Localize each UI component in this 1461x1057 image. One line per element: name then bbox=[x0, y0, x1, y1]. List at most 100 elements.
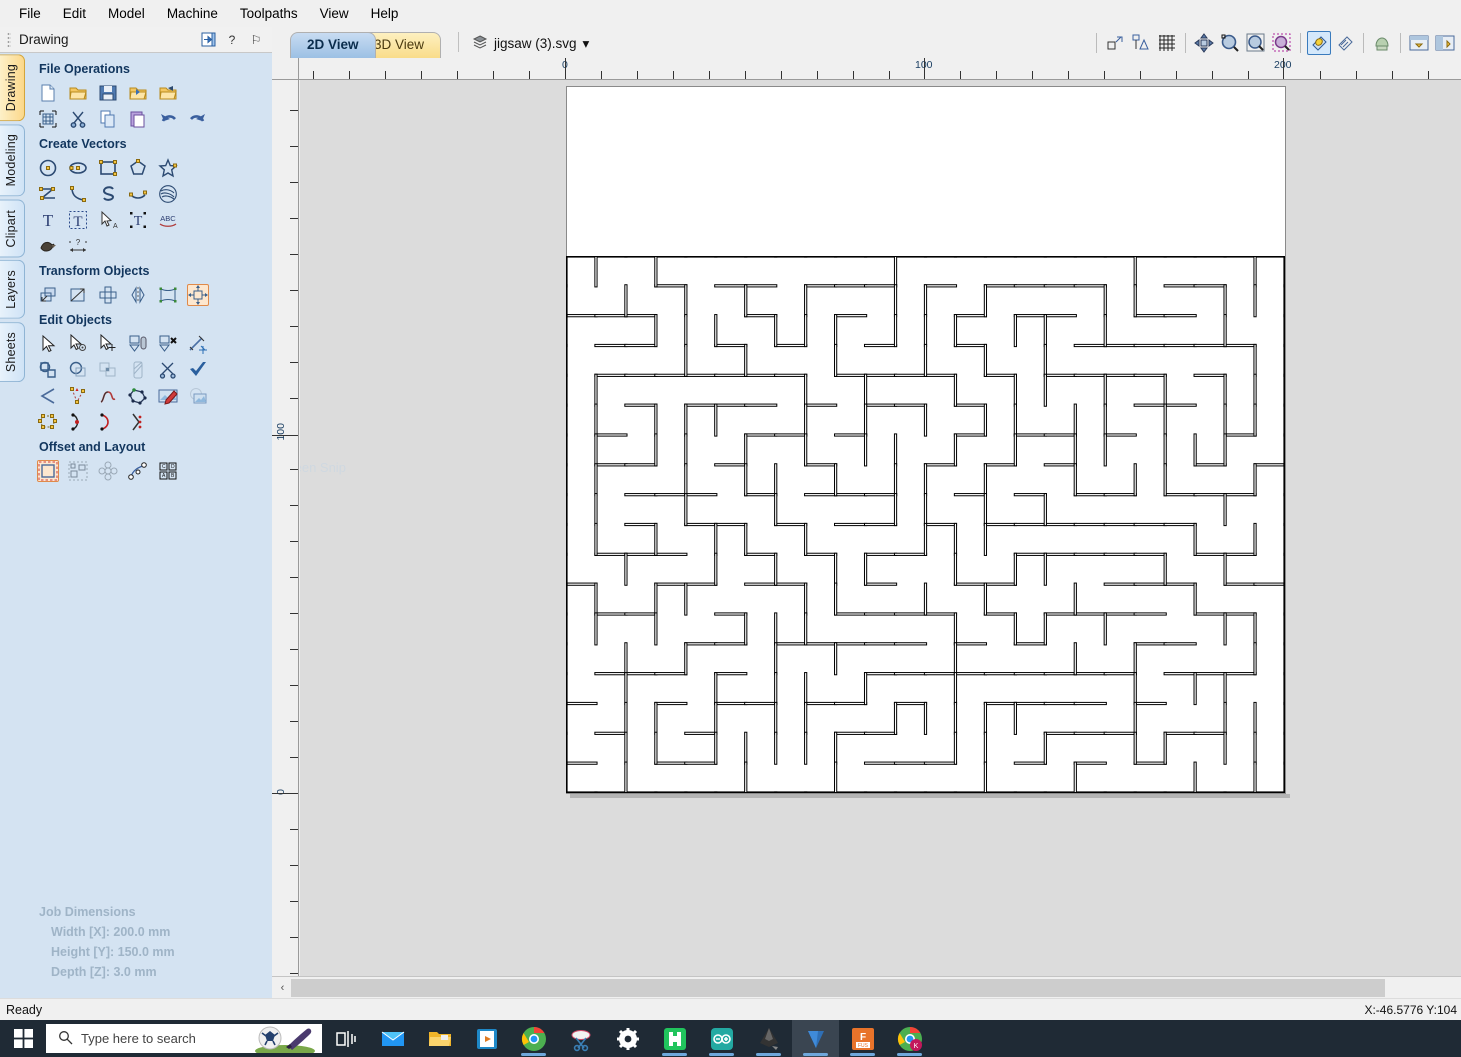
dock-tab-clipart[interactable]: Clipart bbox=[0, 199, 25, 258]
search-input[interactable]: Type here to search bbox=[46, 1024, 322, 1053]
check-geometry-icon[interactable] bbox=[187, 359, 209, 381]
import-vectors-icon[interactable] bbox=[127, 82, 149, 104]
fusion360-icon[interactable]: F FUS bbox=[839, 1020, 886, 1057]
draw-star-icon[interactable] bbox=[157, 157, 179, 179]
draw-polyline-icon[interactable] bbox=[37, 183, 59, 205]
open-file-icon[interactable] bbox=[67, 82, 89, 104]
draw-spiral-icon[interactable] bbox=[157, 183, 179, 205]
pan-view-icon[interactable] bbox=[1192, 31, 1216, 55]
ungroup-objects-icon[interactable] bbox=[157, 333, 179, 355]
close-poly-icon[interactable] bbox=[127, 385, 149, 407]
rotate-objects-icon[interactable] bbox=[97, 284, 119, 306]
copy-icon[interactable] bbox=[97, 108, 119, 130]
job-setup-icon[interactable] bbox=[37, 108, 59, 130]
mail-icon[interactable] bbox=[369, 1020, 416, 1057]
help-icon[interactable]: ? bbox=[224, 32, 240, 48]
menu-machine[interactable]: Machine bbox=[156, 2, 229, 25]
chevron-down-icon[interactable]: ▾ bbox=[583, 36, 590, 52]
edit-text-icon[interactable]: T bbox=[67, 209, 89, 231]
draw-ellipse-icon[interactable] bbox=[67, 157, 89, 179]
subtract-icon[interactable] bbox=[67, 359, 89, 381]
block-copy-icon[interactable]: CDAB bbox=[157, 460, 179, 482]
maze-vector-drawing[interactable] bbox=[566, 256, 1285, 793]
show-toolpaths-icon[interactable] bbox=[1307, 31, 1331, 55]
node-edit-icon[interactable] bbox=[67, 333, 89, 355]
align-objects-icon[interactable] bbox=[187, 284, 209, 306]
new-file-icon[interactable] bbox=[37, 82, 59, 104]
move-objects-icon[interactable] bbox=[37, 284, 59, 306]
nest-parts-icon[interactable] bbox=[67, 460, 89, 482]
draw-polygon-icon[interactable] bbox=[127, 157, 149, 179]
media-player-icon[interactable] bbox=[463, 1020, 510, 1057]
select-arrow-icon[interactable] bbox=[37, 333, 59, 355]
menu-file[interactable]: File bbox=[8, 2, 52, 25]
draw-curve-icon[interactable] bbox=[67, 183, 89, 205]
dock-grip[interactable] bbox=[7, 31, 11, 48]
menu-help[interactable]: Help bbox=[360, 2, 410, 25]
chrome-profile-icon[interactable]: K bbox=[886, 1020, 933, 1057]
scroll-thumb[interactable] bbox=[291, 979, 1385, 997]
dimension-icon[interactable]: ? bbox=[67, 235, 89, 257]
zoom-selected-icon[interactable] bbox=[1129, 31, 1153, 55]
menu-model[interactable]: Model bbox=[97, 2, 156, 25]
split-a-icon[interactable] bbox=[67, 411, 89, 433]
transform-arrow-icon[interactable] bbox=[97, 333, 119, 355]
dock-tab-modeling[interactable]: Modeling bbox=[0, 124, 25, 197]
football-news-icon[interactable] bbox=[248, 1024, 322, 1053]
two-panel-layout-icon[interactable] bbox=[1407, 31, 1431, 55]
dock-tab-drawing[interactable]: Drawing bbox=[0, 54, 25, 122]
text-select-icon[interactable]: AB bbox=[97, 209, 119, 231]
zoom-selection-icon[interactable] bbox=[1270, 31, 1294, 55]
undo-icon[interactable] bbox=[157, 108, 179, 130]
dock-tab-sheets[interactable]: Sheets bbox=[0, 321, 25, 382]
offset-vectors-icon[interactable] bbox=[37, 460, 59, 482]
weld-icon[interactable] bbox=[37, 359, 59, 381]
mirror-objects-icon[interactable] bbox=[127, 284, 149, 306]
vcarve-icon[interactable] bbox=[792, 1020, 839, 1057]
start-button[interactable] bbox=[0, 1020, 46, 1057]
inkscape-icon[interactable] bbox=[745, 1020, 792, 1057]
snipping-tool-icon[interactable] bbox=[557, 1020, 604, 1057]
cut-icon[interactable] bbox=[67, 108, 89, 130]
toggle-grid-icon[interactable] bbox=[1155, 31, 1179, 55]
intersect-icon[interactable] bbox=[97, 359, 119, 381]
scroll-left-arrow[interactable]: ‹ bbox=[274, 979, 291, 996]
shade-icon[interactable] bbox=[127, 359, 149, 381]
preview-3d-icon[interactable] bbox=[1370, 31, 1394, 55]
draw-s-curve-icon[interactable] bbox=[97, 183, 119, 205]
copy-curve-icon[interactable] bbox=[127, 460, 149, 482]
draw-rectangle-icon[interactable] bbox=[97, 157, 119, 179]
auto-hide-icon[interactable] bbox=[200, 32, 216, 48]
task-view-icon[interactable] bbox=[322, 1020, 369, 1057]
draw-arc-icon[interactable] bbox=[127, 183, 149, 205]
zoom-window-icon[interactable] bbox=[1103, 31, 1127, 55]
scale-objects-icon[interactable] bbox=[67, 284, 89, 306]
measure-angle-icon[interactable] bbox=[37, 385, 59, 407]
horizontal-scrollbar[interactable]: ‹ bbox=[272, 976, 1461, 998]
import-bitmap-icon[interactable] bbox=[157, 82, 179, 104]
trace-bitmap-icon[interactable] bbox=[37, 235, 59, 257]
chrome-icon[interactable] bbox=[510, 1020, 557, 1057]
menu-toolpaths[interactable]: Toolpaths bbox=[229, 2, 309, 25]
split-b-icon[interactable] bbox=[97, 411, 119, 433]
split-layout-icon[interactable] bbox=[1433, 31, 1457, 55]
menu-edit[interactable]: Edit bbox=[52, 2, 97, 25]
tab-2d-view[interactable]: 2D View bbox=[290, 32, 376, 58]
text-frame-icon[interactable]: T bbox=[127, 209, 149, 231]
group-objects-icon[interactable] bbox=[127, 333, 149, 355]
drawing-canvas[interactable]: Full-screen Snip bbox=[300, 80, 1461, 976]
pin-icon[interactable]: ⚐ bbox=[248, 32, 264, 48]
paste-icon[interactable] bbox=[127, 108, 149, 130]
grid-app-icon[interactable] bbox=[651, 1020, 698, 1057]
create-text-icon[interactable]: T bbox=[37, 209, 59, 231]
menu-view[interactable]: View bbox=[309, 2, 360, 25]
split-c-icon[interactable] bbox=[127, 411, 149, 433]
text-arc-icon[interactable]: ABC bbox=[157, 209, 179, 231]
arduino-icon[interactable] bbox=[698, 1020, 745, 1057]
distort-objects-icon[interactable] bbox=[157, 284, 179, 306]
fit-curve-icon[interactable] bbox=[67, 385, 89, 407]
join-vectors-icon[interactable] bbox=[187, 333, 209, 355]
array-copy-icon[interactable] bbox=[97, 460, 119, 482]
save-file-icon[interactable] bbox=[97, 82, 119, 104]
nodes-poly-icon[interactable] bbox=[37, 411, 59, 433]
